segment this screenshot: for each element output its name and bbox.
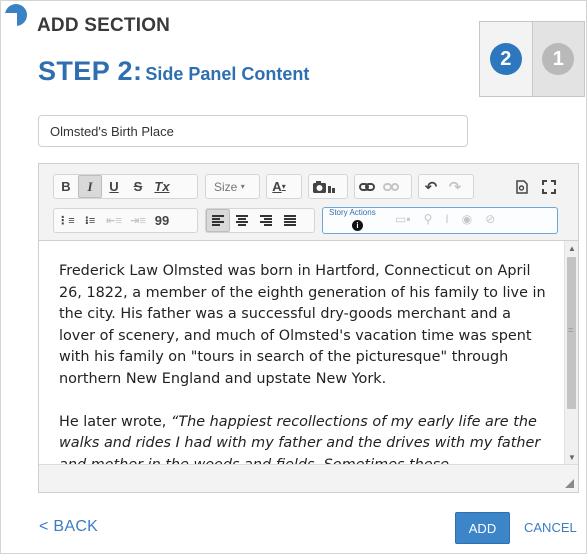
step-number-inactive: 1 [542, 43, 575, 75]
format-group: B I U S Tx [53, 174, 198, 199]
resize-handle-icon[interactable] [565, 479, 574, 488]
strikethrough-icon[interactable]: S [126, 175, 150, 198]
editor-content[interactable]: Frederick Law Olmsted was born in Hartfo… [39, 241, 565, 465]
justify-icon[interactable] [278, 209, 302, 232]
link-group [354, 174, 412, 199]
insert-media-icon[interactable] [309, 175, 341, 198]
indent-icon[interactable]: ⇥≡ [126, 209, 150, 232]
text-cursor-icon[interactable]: I [445, 212, 448, 226]
font-size-label: Size [214, 179, 238, 194]
blockquote-icon[interactable]: 99 [150, 209, 174, 232]
paragraph-2: He later wrote, “The happiest recollecti… [59, 412, 551, 466]
step-indicator: 2 1 [479, 21, 585, 97]
redo-icon[interactable]: ↷ [443, 175, 467, 198]
scroll-thumb[interactable] [567, 257, 576, 409]
color-group: A ▾ [266, 174, 302, 199]
media-group [308, 174, 348, 199]
step-number-active: 2 [489, 43, 522, 75]
chevron-down-icon: ▾ [281, 182, 286, 191]
paragraph-1: Frederick Law Olmsted was born in Hartfo… [59, 263, 546, 387]
editor-status-bar [39, 464, 578, 492]
step-subtitle: Side Panel Content [145, 64, 310, 84]
text-color-icon[interactable]: A ▾ [267, 175, 291, 198]
maximize-icon[interactable] [537, 175, 561, 198]
align-group [205, 208, 315, 233]
outdent-icon[interactable]: ⇤≡ [102, 209, 126, 232]
italic-icon[interactable]: I [78, 175, 102, 198]
link-icon[interactable] [355, 175, 379, 198]
story-actions-group: Story Actions i ▭▪ ⚲ I ◉ ⊘ [322, 207, 558, 234]
story-action-icons: ▭▪ ⚲ I ◉ ⊘ [395, 212, 495, 226]
font-size-dropdown[interactable]: Size ▾ [206, 175, 253, 198]
history-group: ↶ ↷ [418, 174, 474, 199]
scroll-up-icon[interactable]: ▲ [568, 244, 576, 253]
story-actions-label: Story Actions [329, 208, 376, 217]
align-center-icon[interactable] [230, 209, 254, 232]
align-left-icon[interactable] [206, 209, 230, 232]
info-icon[interactable]: i [352, 220, 363, 231]
view-icon[interactable]: ◉ [462, 212, 472, 226]
add-button[interactable]: ADD [455, 512, 510, 544]
editor-toolbar: B I U S Tx Size ▾ A ▾ ↶ ↷ ⋮≡ ⁝≡ ⇤≡ ⇥≡ 99… [39, 164, 578, 241]
chevron-down-icon: ▾ [240, 182, 245, 191]
step-active[interactable]: 2 [480, 22, 533, 96]
editor-scrollbar[interactable]: ▲ ▼ [564, 241, 578, 465]
align-right-icon[interactable] [254, 209, 278, 232]
dialog-title: ADD SECTION [37, 15, 171, 36]
bulleted-list-icon[interactable]: ⁝≡ [78, 209, 102, 232]
corner-badge-icon [5, 4, 27, 26]
media-story-icon[interactable]: ▭▪ [395, 212, 411, 226]
unlink-icon[interactable] [379, 175, 403, 198]
location-icon[interactable]: ⚲ [424, 212, 433, 226]
bold-icon[interactable]: B [54, 175, 78, 198]
text-color-label: A [272, 179, 282, 194]
section-title-input[interactable] [38, 115, 468, 147]
rich-text-editor: B I U S Tx Size ▾ A ▾ ↶ ↷ ⋮≡ ⁝≡ ⇤≡ ⇥≡ 99… [38, 163, 579, 493]
step-heading: STEP 2: Side Panel Content [38, 56, 309, 87]
add-section-dialog: ADD SECTION STEP 2: Side Panel Content 2 … [0, 0, 587, 554]
list-group: ⋮≡ ⁝≡ ⇤≡ ⇥≡ 99 [53, 208, 198, 233]
numbered-list-icon[interactable]: ⋮≡ [54, 209, 78, 232]
unlink-story-icon[interactable]: ⊘ [485, 212, 495, 226]
scroll-down-icon[interactable]: ▼ [568, 453, 576, 462]
underline-icon[interactable]: U [102, 175, 126, 198]
step-inactive[interactable]: 1 [532, 22, 584, 96]
cancel-button[interactable]: CANCEL [524, 520, 577, 535]
step-label: STEP 2: [38, 56, 143, 86]
preview-icon[interactable] [510, 175, 534, 198]
size-group: Size ▾ [205, 174, 260, 199]
remove-format-icon[interactable]: Tx [150, 175, 174, 198]
back-button[interactable]: < BACK [39, 518, 98, 536]
undo-icon[interactable]: ↶ [419, 175, 443, 198]
paragraph-2-prefix: He later wrote, [59, 413, 171, 430]
